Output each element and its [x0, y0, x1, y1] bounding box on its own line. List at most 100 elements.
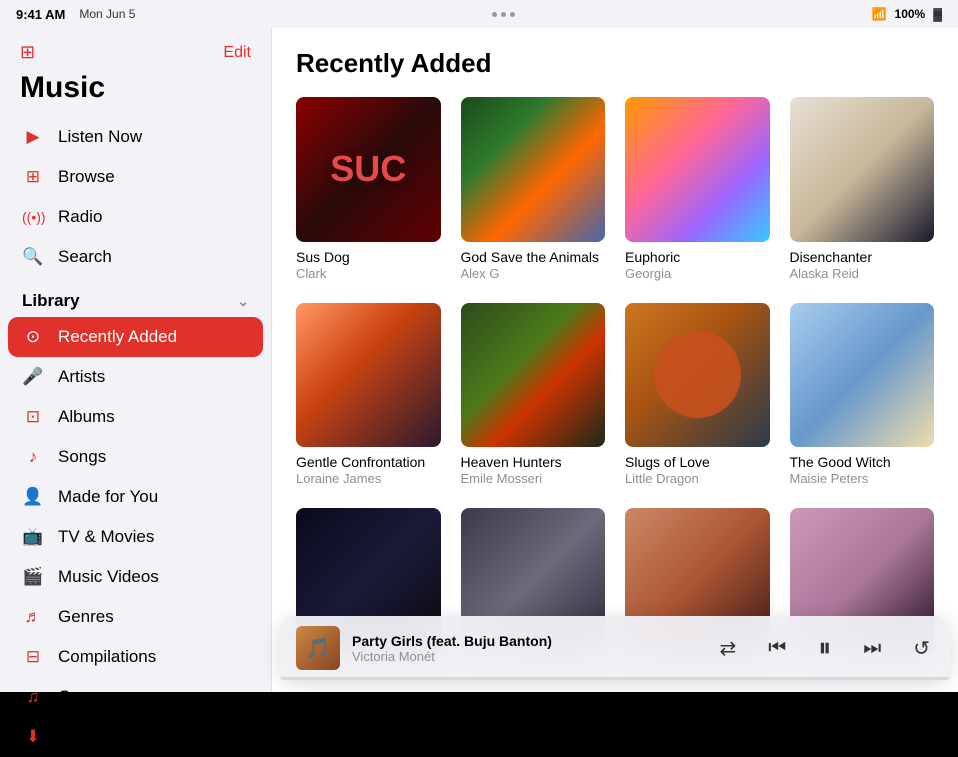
sidebar-label-artists: Artists	[58, 367, 105, 387]
radio-icon: ((•))	[22, 209, 44, 225]
songs-icon: ♪	[22, 447, 44, 467]
made-for-you-icon: 👤	[22, 487, 44, 507]
sidebar-item-genres[interactable]: ♬ Genres	[8, 597, 263, 637]
status-dots	[492, 12, 515, 17]
sidebar: ⊞ Edit Music ▶ Listen Now ⊞ Browse ((•))…	[0, 28, 272, 692]
battery-icon: ▓	[933, 7, 942, 21]
downloaded-icon: ⬇	[22, 727, 44, 747]
library-chevron-icon[interactable]: ⌄	[237, 293, 249, 310]
sidebar-header: ⊞ Edit	[0, 28, 271, 71]
now-playing-artwork: 🎵	[296, 626, 340, 670]
sidebar-nav: ▶ Listen Now ⊞ Browse ((•)) Radio 🔍 Sear…	[0, 117, 271, 757]
genres-icon: ♬	[22, 607, 44, 627]
album-artist-euphoric-georgia: Georgia	[625, 266, 770, 283]
sidebar-label-made-for-you: Made for You	[58, 487, 158, 507]
album-name-gentle-conf: Gentle Confrontation	[296, 453, 441, 471]
album-item-sus-dog[interactable]: SUC Sus DogClark	[296, 97, 441, 283]
sidebar-item-made-for-you[interactable]: 👤 Made for You	[8, 477, 263, 517]
sidebar-item-songs[interactable]: ♪ Songs	[8, 437, 263, 477]
status-bar: 9:41 AM Mon Jun 5 📶 100% ▓	[0, 0, 958, 28]
now-playing-title: Party Girls (feat. Buju Banton)	[352, 633, 703, 649]
sidebar-item-music-videos[interactable]: 🎬 Music Videos	[8, 557, 263, 597]
pause-button[interactable]: ⏸	[814, 628, 835, 668]
album-grid: SUC Sus DogClark God Save the AnimalsAlex …	[296, 97, 934, 659]
now-playing-artist: Victoria Monét	[352, 649, 703, 664]
album-item-disenchanter[interactable]: DisenchanterAlaska Reid	[790, 97, 935, 283]
album-artist-slugs-of-love: Little Dragon	[625, 471, 770, 488]
library-label: Library	[22, 291, 80, 311]
wifi-icon: 📶	[872, 7, 887, 21]
album-item-gentle-conf[interactable]: Gentle ConfrontationLoraine James	[296, 303, 441, 489]
app-title: Music	[0, 71, 271, 117]
album-item-heaven-hunters[interactable]: Heaven HuntersEmile Mosseri	[461, 303, 606, 489]
album-art-euphoric-georgia	[625, 97, 770, 242]
album-name-good-witch: The Good Witch	[790, 453, 935, 471]
sidebar-item-radio[interactable]: ((•)) Radio	[8, 197, 263, 237]
status-date: Mon Jun 5	[79, 7, 135, 21]
status-time: 9:41 AM	[16, 7, 65, 22]
album-item-good-witch[interactable]: The Good WitchMaisie Peters	[790, 303, 935, 489]
album-item-god-save[interactable]: God Save the AnimalsAlex G	[461, 97, 606, 283]
sidebar-item-downloaded[interactable]: ⬇ Downloaded	[8, 717, 263, 757]
sidebar-item-search[interactable]: 🔍 Search	[8, 237, 263, 277]
album-artist-gentle-conf: Loraine James	[296, 471, 441, 488]
sidebar-label-songs: Songs	[58, 447, 106, 467]
albums-icon: ⊡	[22, 407, 44, 427]
browse-icon: ⊞	[22, 167, 44, 187]
prev-button[interactable]: ⏮	[764, 633, 790, 664]
sidebar-item-albums[interactable]: ⊡ Albums	[8, 397, 263, 437]
album-artist-god-save: Alex G	[461, 266, 606, 283]
album-item-slugs-of-love[interactable]: Slugs of LoveLittle Dragon	[625, 303, 770, 489]
sidebar-toggle-icon[interactable]: ⊞	[20, 42, 35, 63]
album-art-heaven-hunters	[461, 303, 606, 448]
now-playing-bar[interactable]: 🎵 Party Girls (feat. Buju Banton) Victor…	[280, 616, 950, 680]
search-icon: 🔍	[22, 247, 44, 267]
composers-icon: ♫	[22, 687, 44, 707]
album-artist-disenchanter: Alaska Reid	[790, 266, 935, 283]
album-art-disenchanter	[790, 97, 935, 242]
album-art-gentle-conf	[296, 303, 441, 448]
album-art-good-witch	[790, 303, 935, 448]
tv-movies-icon: 📺	[22, 527, 44, 547]
compilations-icon: ⊟	[22, 647, 44, 667]
album-art-sus-dog: SUC	[296, 97, 441, 242]
album-item-euphoric-georgia[interactable]: EuphoricGeorgia	[625, 97, 770, 283]
repeat-button[interactable]: ↺	[909, 632, 934, 665]
sidebar-label-tv-movies: TV & Movies	[58, 527, 154, 547]
album-name-sus-dog: Sus Dog	[296, 248, 441, 266]
sidebar-label-search: Search	[58, 247, 112, 267]
next-button[interactable]: ⏭	[859, 633, 885, 664]
progress-bar	[280, 677, 950, 680]
sidebar-label-radio: Radio	[58, 207, 102, 227]
listen-now-icon: ▶	[22, 127, 44, 147]
recently-added-icon: ⊙	[22, 327, 44, 347]
sidebar-item-browse[interactable]: ⊞ Browse	[8, 157, 263, 197]
sidebar-label-albums: Albums	[58, 407, 115, 427]
shuffle-button[interactable]: ⇄	[715, 632, 740, 665]
album-name-god-save: God Save the Animals	[461, 248, 606, 266]
battery-label: 100%	[895, 7, 926, 21]
sidebar-label-music-videos: Music Videos	[58, 567, 159, 587]
artists-icon: 🎤	[22, 367, 44, 387]
now-playing-info: Party Girls (feat. Buju Banton) Victoria…	[352, 633, 703, 664]
sidebar-item-composers[interactable]: ♫ Composers	[8, 677, 263, 717]
sidebar-item-artists[interactable]: 🎤 Artists	[8, 357, 263, 397]
sidebar-item-listen-now[interactable]: ▶ Listen Now	[8, 117, 263, 157]
sidebar-label-downloaded: Downloaded	[58, 727, 153, 747]
edit-button[interactable]: Edit	[223, 44, 251, 62]
main-content: Recently Added SUCSus DogClarkGod Save t…	[272, 28, 958, 692]
album-artist-heaven-hunters: Emile Mosseri	[461, 471, 606, 488]
sidebar-label-compilations: Compilations	[58, 647, 156, 667]
album-art-god-save	[461, 97, 606, 242]
album-name-slugs-of-love: Slugs of Love	[625, 453, 770, 471]
sidebar-label-recently-added: Recently Added	[58, 327, 177, 347]
sidebar-item-tv-movies[interactable]: 📺 TV & Movies	[8, 517, 263, 557]
now-playing-controls: ⇄ ⏮ ⏸ ⏭ ↺	[715, 628, 934, 668]
sidebar-label-genres: Genres	[58, 607, 114, 627]
sidebar-item-recently-added[interactable]: ⊙ Recently Added	[8, 317, 263, 357]
music-videos-icon: 🎬	[22, 567, 44, 587]
album-name-heaven-hunters: Heaven Hunters	[461, 453, 606, 471]
album-artist-sus-dog: Clark	[296, 266, 441, 283]
sidebar-item-compilations[interactable]: ⊟ Compilations	[8, 637, 263, 677]
album-name-disenchanter: Disenchanter	[790, 248, 935, 266]
